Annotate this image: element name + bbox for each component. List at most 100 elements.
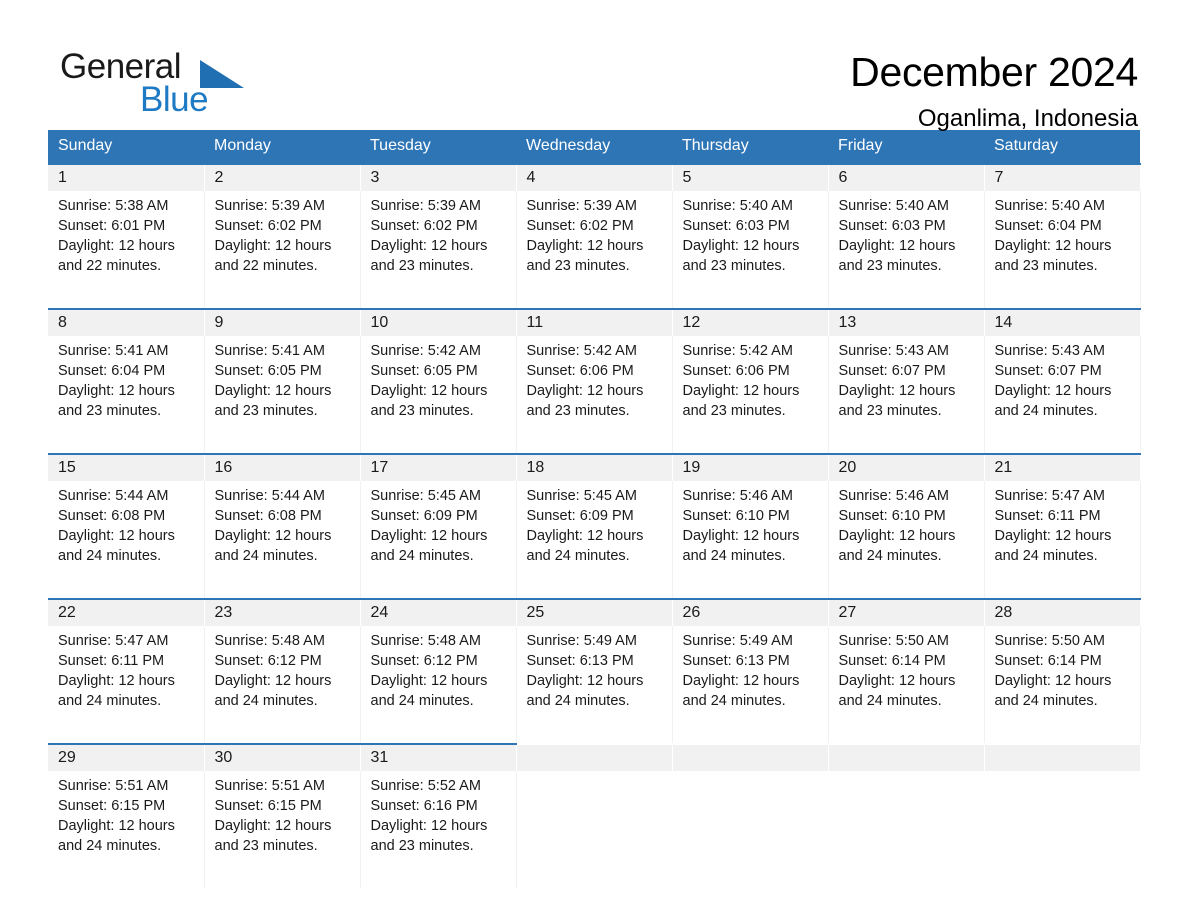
- daylight-text-line2: and 24 minutes.: [526, 693, 630, 709]
- day-cell[interactable]: Sunrise: 5:50 AM Sunset: 6:14 PM Dayligh…: [828, 626, 985, 744]
- day-cell[interactable]: Sunrise: 5:45 AM Sunset: 6:09 PM Dayligh…: [516, 481, 673, 599]
- sunset-text: Sunset: 6:02 PM: [214, 218, 322, 234]
- day-cell[interactable]: Sunrise: 5:49 AM Sunset: 6:13 PM Dayligh…: [672, 626, 829, 744]
- day-number[interactable]: 7: [984, 163, 1141, 191]
- sunrise-text: Sunrise: 5:39 AM: [214, 198, 325, 214]
- day-number[interactable]: 15: [48, 453, 205, 481]
- day-cell[interactable]: Sunrise: 5:46 AM Sunset: 6:10 PM Dayligh…: [828, 481, 985, 599]
- day-cell[interactable]: Sunrise: 5:39 AM Sunset: 6:02 PM Dayligh…: [204, 191, 361, 309]
- day-cell[interactable]: Sunrise: 5:39 AM Sunset: 6:02 PM Dayligh…: [516, 191, 673, 309]
- daylight-text-line1: Daylight: 12 hours: [214, 528, 332, 544]
- day-cell[interactable]: Sunrise: 5:40 AM Sunset: 6:03 PM Dayligh…: [672, 191, 829, 309]
- daylight-text-line2: and 24 minutes.: [370, 693, 474, 709]
- day-cell[interactable]: Sunrise: 5:40 AM Sunset: 6:04 PM Dayligh…: [984, 191, 1141, 309]
- daylight-text-line1: Daylight: 12 hours: [58, 673, 175, 689]
- sunset-text: Sunset: 6:01 PM: [58, 218, 166, 234]
- sunrise-text: Sunrise: 5:39 AM: [370, 198, 481, 214]
- daylight-text-line2: and 24 minutes.: [214, 548, 318, 564]
- day-number[interactable]: 22: [48, 598, 205, 626]
- day-number[interactable]: 5: [672, 163, 829, 191]
- day-number[interactable]: 6: [828, 163, 985, 191]
- day-number[interactable]: 3: [360, 163, 517, 191]
- day-number[interactable]: 11: [516, 308, 673, 336]
- day-number[interactable]: 23: [204, 598, 361, 626]
- day-number[interactable]: 1: [48, 163, 205, 191]
- sunset-text: Sunset: 6:12 PM: [370, 653, 478, 669]
- day-number[interactable]: 18: [516, 453, 673, 481]
- daylight-text-line2: and 24 minutes.: [838, 548, 942, 564]
- week-detail-row: Sunrise: 5:47 AM Sunset: 6:11 PM Dayligh…: [48, 626, 1141, 744]
- day-number[interactable]: 9: [204, 308, 361, 336]
- daylight-text-line2: and 23 minutes.: [370, 258, 474, 274]
- day-cell[interactable]: Sunrise: 5:48 AM Sunset: 6:12 PM Dayligh…: [204, 626, 361, 744]
- day-number[interactable]: 29: [48, 743, 205, 771]
- daylight-text-line1: Daylight: 12 hours: [214, 818, 332, 834]
- day-cell[interactable]: Sunrise: 5:45 AM Sunset: 6:09 PM Dayligh…: [360, 481, 517, 599]
- day-cell-empty: [828, 743, 985, 771]
- week-number-row: 29 30 31: [48, 743, 1141, 771]
- day-cell[interactable]: Sunrise: 5:51 AM Sunset: 6:15 PM Dayligh…: [48, 771, 205, 888]
- day-number[interactable]: 17: [360, 453, 517, 481]
- day-cell-empty: [984, 743, 1141, 771]
- day-number[interactable]: 20: [828, 453, 985, 481]
- day-cell[interactable]: Sunrise: 5:47 AM Sunset: 6:11 PM Dayligh…: [984, 481, 1141, 599]
- day-number[interactable]: 21: [984, 453, 1141, 481]
- sunset-text: Sunset: 6:08 PM: [58, 508, 166, 524]
- generalblue-logo[interactable]: General Blue: [48, 48, 320, 124]
- sunrise-text: Sunrise: 5:49 AM: [682, 633, 793, 649]
- day-number[interactable]: 10: [360, 308, 517, 336]
- day-cell[interactable]: Sunrise: 5:47 AM Sunset: 6:11 PM Dayligh…: [48, 626, 205, 744]
- daylight-text-line1: Daylight: 12 hours: [682, 238, 800, 254]
- day-number[interactable]: 12: [672, 308, 829, 336]
- sunset-text: Sunset: 6:11 PM: [58, 653, 165, 669]
- day-cell[interactable]: Sunrise: 5:41 AM Sunset: 6:04 PM Dayligh…: [48, 336, 205, 454]
- day-number[interactable]: 13: [828, 308, 985, 336]
- day-cell[interactable]: Sunrise: 5:52 AM Sunset: 6:16 PM Dayligh…: [360, 771, 517, 888]
- day-cell[interactable]: Sunrise: 5:51 AM Sunset: 6:15 PM Dayligh…: [204, 771, 361, 888]
- day-number[interactable]: 31: [360, 743, 517, 771]
- day-number[interactable]: 24: [360, 598, 517, 626]
- day-number[interactable]: 16: [204, 453, 361, 481]
- day-number[interactable]: 26: [672, 598, 829, 626]
- day-number[interactable]: 19: [672, 453, 829, 481]
- day-cell[interactable]: Sunrise: 5:42 AM Sunset: 6:05 PM Dayligh…: [360, 336, 517, 454]
- day-cell[interactable]: Sunrise: 5:44 AM Sunset: 6:08 PM Dayligh…: [204, 481, 361, 599]
- daylight-text-line1: Daylight: 12 hours: [994, 673, 1112, 689]
- sunrise-text: Sunrise: 5:44 AM: [58, 488, 169, 504]
- sunset-text: Sunset: 6:06 PM: [682, 363, 790, 379]
- day-number[interactable]: 4: [516, 163, 673, 191]
- day-number[interactable]: 2: [204, 163, 361, 191]
- daylight-text-line1: Daylight: 12 hours: [994, 383, 1112, 399]
- day-number[interactable]: 14: [984, 308, 1141, 336]
- daylight-text-line1: Daylight: 12 hours: [214, 383, 332, 399]
- day-cell[interactable]: Sunrise: 5:49 AM Sunset: 6:13 PM Dayligh…: [516, 626, 673, 744]
- day-cell[interactable]: Sunrise: 5:41 AM Sunset: 6:05 PM Dayligh…: [204, 336, 361, 454]
- day-cell[interactable]: Sunrise: 5:43 AM Sunset: 6:07 PM Dayligh…: [828, 336, 985, 454]
- day-cell-empty: [672, 743, 829, 771]
- page-title: December 2024: [850, 49, 1138, 95]
- day-cell[interactable]: Sunrise: 5:43 AM Sunset: 6:07 PM Dayligh…: [984, 336, 1141, 454]
- day-cell[interactable]: Sunrise: 5:42 AM Sunset: 6:06 PM Dayligh…: [516, 336, 673, 454]
- day-number[interactable]: 28: [984, 598, 1141, 626]
- sunrise-sunset-calendar: Sunday Monday Tuesday Wednesday Thursday…: [48, 130, 1141, 888]
- day-cell[interactable]: Sunrise: 5:42 AM Sunset: 6:06 PM Dayligh…: [672, 336, 829, 454]
- day-number[interactable]: 30: [204, 743, 361, 771]
- calendar-page: General Blue December 2024 Oganlima, Ind…: [0, 0, 1188, 918]
- day-number[interactable]: 8: [48, 308, 205, 336]
- weekday-header-wednesday: Wednesday: [516, 130, 672, 164]
- day-cell[interactable]: Sunrise: 5:40 AM Sunset: 6:03 PM Dayligh…: [828, 191, 985, 309]
- day-cell[interactable]: Sunrise: 5:46 AM Sunset: 6:10 PM Dayligh…: [672, 481, 829, 599]
- sunset-text: Sunset: 6:03 PM: [838, 218, 946, 234]
- daylight-text-line2: and 22 minutes.: [214, 258, 318, 274]
- day-cell[interactable]: Sunrise: 5:50 AM Sunset: 6:14 PM Dayligh…: [984, 626, 1141, 744]
- week-number-row: 1 2 3 4 5 6 7: [48, 163, 1141, 191]
- sunrise-text: Sunrise: 5:41 AM: [58, 343, 169, 359]
- day-cell[interactable]: Sunrise: 5:44 AM Sunset: 6:08 PM Dayligh…: [48, 481, 205, 599]
- daylight-text-line1: Daylight: 12 hours: [58, 238, 175, 254]
- daylight-text-line2: and 23 minutes.: [370, 403, 474, 419]
- day-cell[interactable]: Sunrise: 5:39 AM Sunset: 6:02 PM Dayligh…: [360, 191, 517, 309]
- day-number[interactable]: 25: [516, 598, 673, 626]
- day-number[interactable]: 27: [828, 598, 985, 626]
- day-cell[interactable]: Sunrise: 5:48 AM Sunset: 6:12 PM Dayligh…: [360, 626, 517, 744]
- day-cell[interactable]: Sunrise: 5:38 AM Sunset: 6:01 PM Dayligh…: [48, 191, 205, 309]
